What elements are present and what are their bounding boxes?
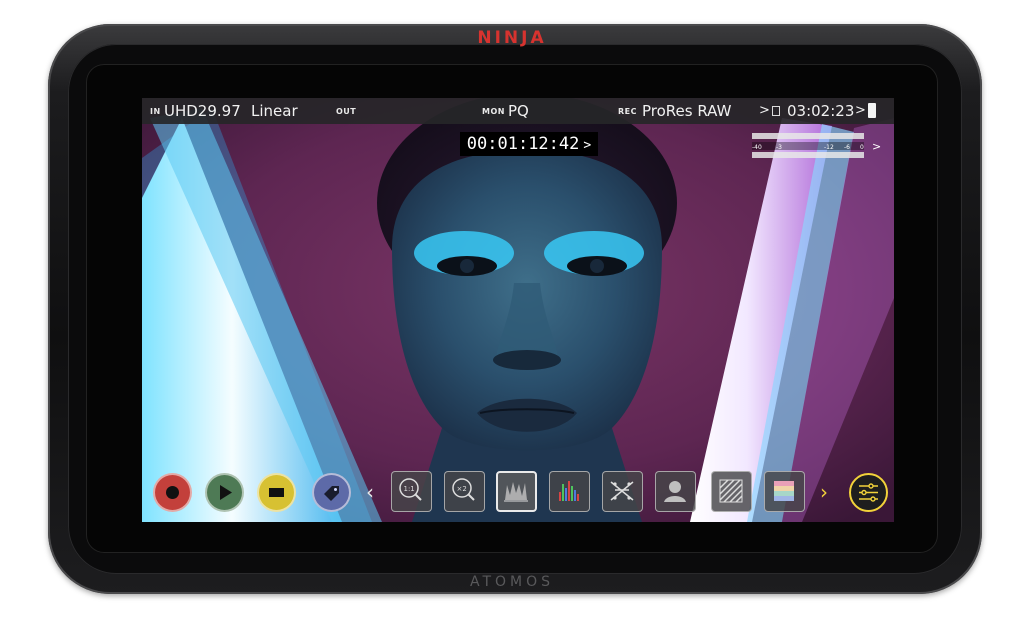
stop-button[interactable] [257, 473, 296, 512]
meter-label: -40 [752, 144, 762, 151]
meter-label: 0 [860, 144, 864, 151]
timecode-value: 00:01:12:42 [466, 134, 580, 154]
color-bars-icon [774, 481, 794, 501]
monitor-label: MON [482, 107, 505, 116]
chevron-right-icon[interactable]: > [872, 140, 881, 153]
meter-label: -6 [844, 144, 850, 151]
svg-text:×2: ×2 [457, 485, 467, 493]
meter-label: -3 [776, 144, 782, 151]
face-icon [664, 481, 686, 502]
zebra-icon [719, 479, 743, 503]
play-button[interactable] [205, 473, 244, 512]
remaining-time: 03:02:23 [787, 102, 855, 120]
chevron-right-icon[interactable]: > [759, 103, 770, 118]
settings-sliders-icon [859, 483, 878, 502]
zoom-1-1-icon: 1:1 [399, 478, 422, 501]
svg-text:1:1: 1:1 [404, 485, 415, 493]
false-color-icon [610, 481, 634, 501]
tag-button[interactable] [312, 473, 351, 512]
atomos-logo: ATOMOS [469, 574, 555, 590]
timecode-display[interactable]: 00:01:12:42 > [460, 132, 598, 156]
record-codec[interactable]: ProRes RAW [642, 102, 731, 120]
zoom-x2-button[interactable]: ×2 [444, 471, 485, 512]
tag-icon [324, 486, 339, 501]
waveform-button[interactable] [496, 471, 537, 512]
record-button[interactable] [153, 473, 192, 512]
monitor-screen[interactable]: IN UHD29.97 Linear OUT MON PQ REC ProRes… [142, 98, 894, 522]
waveform-icon [504, 482, 528, 502]
histogram-button[interactable] [549, 471, 590, 512]
disk-icon [772, 106, 780, 116]
face-detect-button[interactable] [655, 471, 696, 512]
play-icon [220, 485, 232, 500]
record-icon [166, 486, 179, 499]
status-bar: IN UHD29.97 Linear OUT MON PQ REC ProRes… [142, 98, 894, 124]
record-label: REC [618, 107, 637, 116]
settings-button[interactable] [849, 473, 888, 512]
ninja-logo-text: NINJA [477, 28, 547, 48]
zoom-x2-icon: ×2 [452, 478, 475, 501]
bottom-toolbar: ‹ 1:1 ×2 › [142, 468, 894, 522]
output-label[interactable]: OUT [336, 107, 356, 116]
stop-icon [269, 488, 284, 497]
chevron-right-icon[interactable]: › [820, 480, 828, 504]
chevron-left-icon[interactable]: ‹ [366, 480, 374, 504]
audio-meters[interactable]: -40 -3 -12 -6 0 > [748, 130, 888, 160]
color-bars-button[interactable] [764, 471, 805, 512]
battery-icon [868, 103, 876, 118]
false-color-button[interactable] [602, 471, 643, 512]
input-label: IN [150, 107, 161, 116]
chevron-right-icon: > [583, 138, 592, 153]
input-gamma[interactable]: Linear [251, 102, 298, 120]
video-preview [142, 98, 894, 522]
histogram-icon [559, 481, 579, 501]
meter-label: -12 [824, 144, 834, 151]
zoom-1-1-button[interactable]: 1:1 [391, 471, 432, 512]
zebra-button[interactable] [711, 471, 752, 512]
monitor-mode[interactable]: PQ [508, 102, 529, 120]
input-format[interactable]: UHD29.97 [164, 102, 241, 120]
chevron-right-icon[interactable]: > [855, 103, 866, 118]
